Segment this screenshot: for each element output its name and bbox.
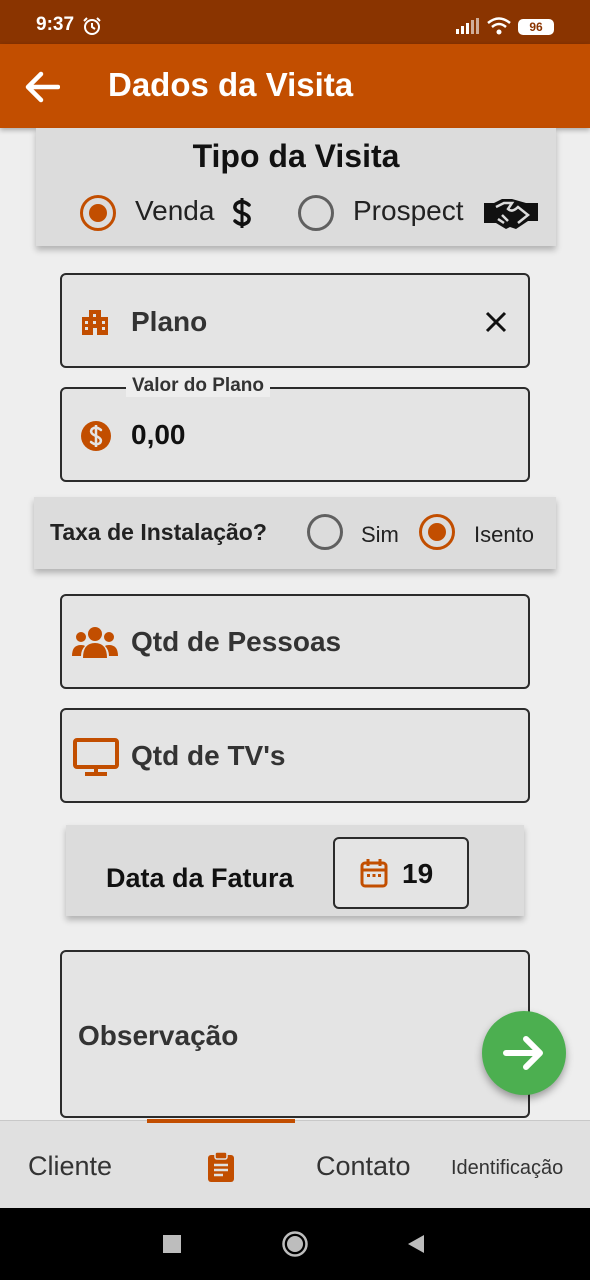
observacao-field[interactable]: Observação bbox=[60, 950, 530, 1118]
tipo-visita-title: Tipo da Visita bbox=[192, 138, 400, 174]
radio-isento-label: Isento bbox=[474, 522, 534, 547]
taxa-instalacao-question: Taxa de Instalação? bbox=[50, 519, 267, 545]
page-title: Dados da Visita bbox=[108, 66, 354, 103]
tab-identificacao[interactable]: Identificação bbox=[451, 1157, 563, 1180]
valor-plano-value: 0,00 bbox=[131, 419, 186, 450]
wifi-icon bbox=[487, 17, 511, 35]
building-icon bbox=[82, 310, 108, 335]
plano-label: Plano bbox=[131, 306, 208, 337]
radio-venda-indicator[interactable] bbox=[80, 195, 116, 231]
data-fatura-value: 19 bbox=[402, 858, 434, 889]
tv-icon bbox=[73, 738, 119, 776]
data-fatura-card: Data da Fatura 19 bbox=[66, 825, 524, 916]
arrow-right-icon bbox=[503, 1036, 543, 1070]
observacao-label: Observação bbox=[78, 1020, 239, 1051]
radio-prospect-indicator[interactable] bbox=[298, 195, 334, 231]
data-fatura-label: Data da Fatura bbox=[106, 863, 294, 893]
qtd-pessoas-field[interactable]: Qtd de Pessoas bbox=[60, 594, 530, 689]
valor-plano-field[interactable]: Valor do Plano 0,00 bbox=[60, 375, 530, 482]
bottom-nav: Cliente Contato Identificação bbox=[0, 1119, 590, 1208]
next-button[interactable] bbox=[482, 1011, 566, 1095]
people-icon bbox=[72, 627, 118, 658]
tab-contato[interactable]: Contato bbox=[316, 1151, 411, 1182]
dollar-icon bbox=[233, 198, 251, 228]
radio-venda-label: Venda bbox=[135, 195, 215, 226]
taxa-instalacao-card: Taxa de Instalação? Sim Isento bbox=[34, 497, 556, 569]
radio-sim-label: Sim bbox=[361, 522, 399, 547]
data-fatura-picker[interactable]: 19 bbox=[333, 837, 469, 909]
home-icon[interactable] bbox=[281, 1230, 309, 1258]
tipo-visita-card: Tipo da Visita Venda Prospect bbox=[36, 128, 556, 246]
back-nav-icon[interactable] bbox=[407, 1234, 425, 1254]
tab-identificacao-label: Identificação bbox=[451, 1157, 564, 1179]
radio-prospect-label: Prospect bbox=[353, 195, 464, 226]
clipboard-icon bbox=[208, 1151, 234, 1182]
active-tab-indicator bbox=[147, 1119, 295, 1123]
battery-indicator: 96 bbox=[518, 19, 554, 35]
tab-cliente-label: Cliente bbox=[28, 1151, 113, 1181]
tab-contato-label: Contato bbox=[316, 1151, 411, 1181]
plano-field[interactable]: Plano bbox=[60, 273, 530, 368]
signal-icon bbox=[456, 18, 479, 34]
calendar-icon bbox=[360, 859, 388, 888]
tab-cliente[interactable]: Cliente bbox=[28, 1151, 112, 1182]
radio-sim-indicator[interactable] bbox=[307, 514, 343, 550]
tab-dados-visita[interactable] bbox=[206, 1151, 236, 1183]
dollar-circle-icon bbox=[81, 421, 111, 451]
alarm-icon bbox=[83, 17, 101, 35]
app-bar: Dados da Visita bbox=[0, 44, 590, 128]
radio-isento-indicator[interactable] bbox=[419, 514, 455, 550]
status-bar: 9:37 96 bbox=[0, 0, 590, 44]
valor-plano-legend: Valor do Plano bbox=[126, 375, 270, 397]
recents-icon[interactable] bbox=[163, 1235, 181, 1253]
close-icon[interactable] bbox=[484, 310, 508, 334]
qtd-pessoas-label: Qtd de Pessoas bbox=[131, 626, 342, 657]
qtd-tvs-label: Qtd de TV's bbox=[131, 740, 286, 771]
system-nav-bar bbox=[0, 1208, 590, 1280]
status-time: 9:37 bbox=[36, 14, 75, 35]
handshake-icon bbox=[484, 199, 538, 229]
qtd-tvs-field[interactable]: Qtd de TV's bbox=[60, 708, 530, 803]
back-arrow-icon[interactable] bbox=[24, 70, 60, 104]
